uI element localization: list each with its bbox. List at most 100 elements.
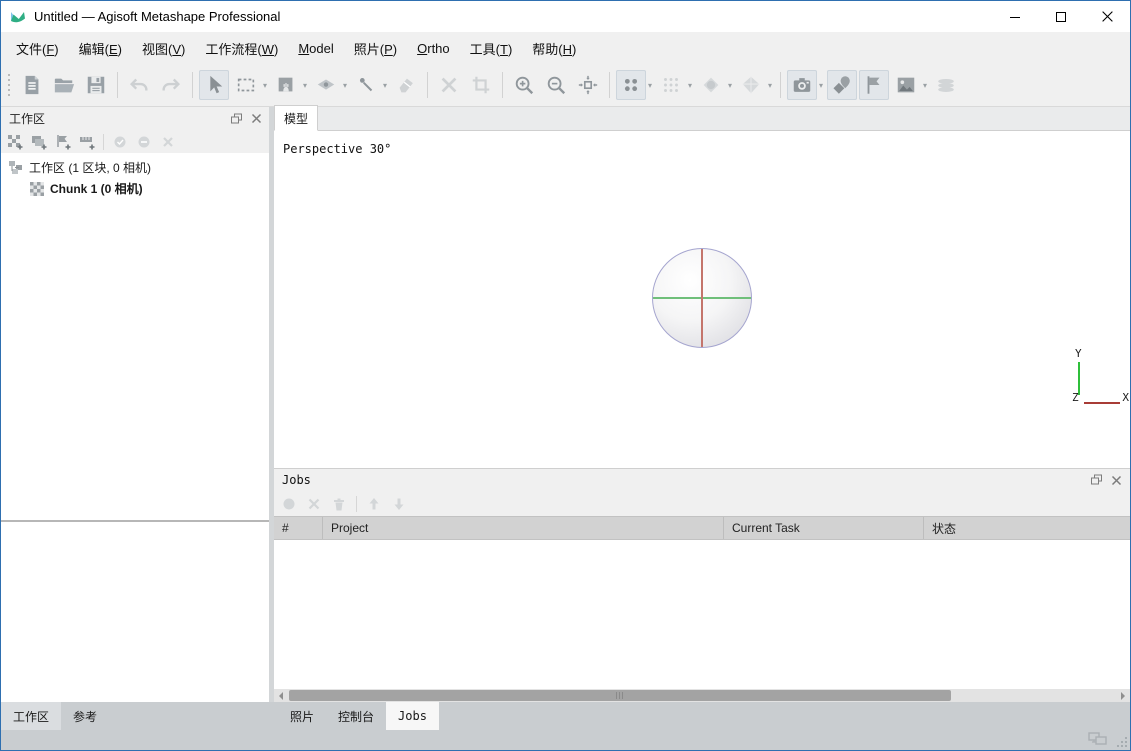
float-panel-icon [230, 113, 243, 125]
rectangle-selection-button[interactable] [231, 70, 261, 100]
dropdown-arrow[interactable]: ▾ [685, 81, 695, 90]
menubar: 文件(F) 编辑(E) 视图(V) 工作流程(W) Model 照片(P) Or… [1, 32, 1130, 64]
tab-jobs[interactable]: Jobs [386, 702, 439, 730]
show-images-button[interactable] [891, 70, 921, 100]
close-icon [1101, 10, 1114, 23]
model-wireframe-icon [740, 74, 762, 96]
eraser-button[interactable] [391, 70, 421, 100]
tab-workspace[interactable]: 工作区 [1, 702, 61, 730]
run-job-button[interactable] [278, 494, 300, 514]
zoom-in-icon [513, 74, 535, 96]
remove-job-button[interactable] [303, 494, 325, 514]
menu-tools[interactable]: 工具(T) [460, 34, 523, 63]
zoom-in-button[interactable] [509, 70, 539, 100]
dropdown-arrow[interactable]: ▾ [340, 81, 350, 90]
workspace-lower-pane [1, 522, 269, 702]
add-marker-button[interactable] [52, 132, 74, 152]
move-job-down-button[interactable] [388, 494, 410, 514]
menu-edit[interactable]: 编辑(E) [69, 34, 132, 63]
remove-x-icon [306, 496, 322, 512]
rotate-region-button[interactable] [311, 70, 341, 100]
open-folder-icon [53, 74, 75, 96]
menu-workflow[interactable]: 工作流程(W) [195, 34, 288, 63]
close-icon [251, 113, 262, 124]
add-chunk-button[interactable] [4, 132, 26, 152]
show-model-wireframe-button[interactable] [736, 70, 766, 100]
measure-tool-button[interactable] [351, 70, 381, 100]
add-photos-button[interactable] [28, 132, 50, 152]
crop-icon [470, 74, 492, 96]
tree-item-workspace-root[interactable]: 工作区 (1 区块, 0 相机) [1, 157, 269, 178]
column-header-current-task[interactable]: Current Task [724, 517, 924, 539]
remove-item-button[interactable] [157, 132, 179, 152]
show-labels-button[interactable] [859, 70, 889, 100]
point-cloud-icon [660, 74, 682, 96]
dropdown-arrow[interactable]: ▾ [765, 81, 775, 90]
menu-ortho[interactable]: Ortho [407, 36, 460, 61]
jobs-float-button[interactable] [1087, 472, 1105, 488]
show-tie-points-button[interactable] [616, 70, 646, 100]
undo-button[interactable] [124, 70, 154, 100]
workspace-float-button[interactable] [227, 111, 245, 127]
move-job-up-button[interactable] [363, 494, 385, 514]
select-tool-button[interactable] [199, 70, 229, 100]
dropdown-arrow[interactable]: ▾ [260, 81, 270, 90]
menu-view[interactable]: 视图(V) [132, 34, 195, 63]
disable-item-button[interactable] [133, 132, 155, 152]
minimize-button[interactable] [992, 1, 1038, 32]
open-project-button[interactable] [49, 70, 79, 100]
dropdown-arrow[interactable]: ▾ [380, 81, 390, 90]
scroll-left-icon [279, 692, 283, 700]
clear-jobs-button[interactable] [328, 494, 350, 514]
maximize-button[interactable] [1038, 1, 1084, 32]
dropdown-arrow[interactable]: ▾ [300, 81, 310, 90]
tab-reference[interactable]: 参考 [61, 702, 109, 730]
chunk-icon [29, 181, 45, 197]
show-cameras-button[interactable] [787, 70, 817, 100]
dropdown-arrow[interactable]: ▾ [645, 81, 655, 90]
workspace-close-button[interactable] [247, 111, 265, 127]
dropdown-arrow[interactable]: ▾ [816, 81, 826, 90]
show-model-shaded-button[interactable] [696, 70, 726, 100]
crop-button[interactable] [466, 70, 496, 100]
add-scalebar-button[interactable] [76, 132, 98, 152]
menu-photo[interactable]: 照片(P) [344, 34, 407, 63]
zoom-out-button[interactable] [541, 70, 571, 100]
tab-photos[interactable]: 照片 [278, 702, 326, 730]
show-dem-button[interactable] [931, 70, 961, 100]
delete-x-icon [438, 74, 460, 96]
tab-console[interactable]: 控制台 [326, 702, 386, 730]
tree-item-chunk-1[interactable]: Chunk 1 (0 相机) [1, 178, 269, 199]
resize-grip[interactable] [1115, 735, 1128, 748]
scrollbar-thumb[interactable] [289, 690, 951, 701]
toolbar-grip[interactable] [5, 70, 13, 100]
scroll-left-button[interactable] [274, 689, 288, 702]
move-region-button[interactable] [271, 70, 301, 100]
dropdown-arrow[interactable]: ▾ [920, 81, 930, 90]
show-point-cloud-button[interactable] [656, 70, 686, 100]
model-viewport[interactable]: Perspective 30° Y Z X [274, 131, 1130, 468]
toolbar-separator [780, 72, 781, 98]
delete-selection-button[interactable] [434, 70, 464, 100]
status-bar [1, 730, 1130, 750]
column-header-status[interactable]: 状态 [924, 517, 1130, 539]
add-chunk-icon [7, 134, 23, 150]
dropdown-arrow[interactable]: ▾ [725, 81, 735, 90]
close-button[interactable] [1084, 1, 1130, 32]
app-logo-icon [10, 9, 26, 25]
enable-item-button[interactable] [109, 132, 131, 152]
menu-model[interactable]: Model [288, 36, 343, 61]
fit-view-button[interactable] [573, 70, 603, 100]
new-document-icon [21, 74, 43, 96]
scroll-right-button[interactable] [1116, 689, 1130, 702]
show-markers-button[interactable] [827, 70, 857, 100]
redo-button[interactable] [156, 70, 186, 100]
column-header-project[interactable]: Project [323, 517, 724, 539]
jobs-close-button[interactable] [1107, 472, 1125, 488]
tab-model[interactable]: 模型 [274, 105, 318, 131]
menu-help[interactable]: 帮助(H) [522, 34, 586, 63]
new-project-button[interactable] [17, 70, 47, 100]
column-header-number[interactable]: # [274, 517, 323, 539]
menu-file[interactable]: 文件(F) [6, 34, 69, 63]
save-project-button[interactable] [81, 70, 111, 100]
